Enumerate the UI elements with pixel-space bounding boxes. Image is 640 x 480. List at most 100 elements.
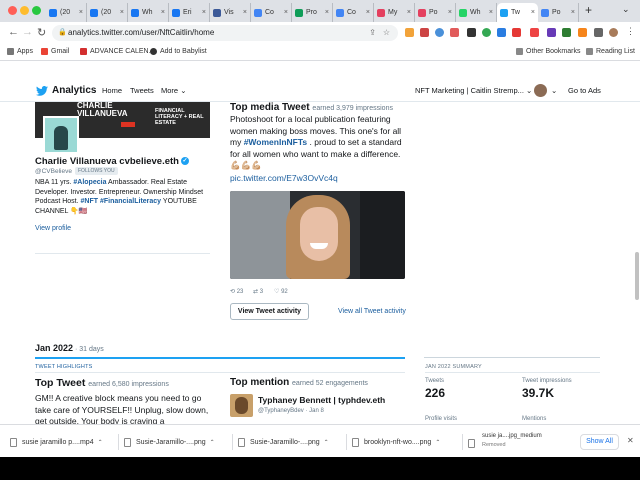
browser-tab[interactable]: Tw ×: [497, 3, 538, 22]
analytics-logo[interactable]: Analytics: [36, 85, 96, 96]
tab-close-icon[interactable]: ×: [79, 9, 83, 16]
bookmark-apps[interactable]: Apps: [7, 48, 33, 55]
browser-tab[interactable]: Co ×: [251, 3, 292, 22]
hashtag-link[interactable]: #FinancialLiteracy: [100, 198, 161, 205]
bookmark-star-icon[interactable]: ☆: [383, 25, 390, 41]
extension-icon[interactable]: [482, 28, 491, 37]
reload-icon[interactable]: ↻: [37, 26, 46, 39]
extension-icon[interactable]: [562, 28, 571, 37]
profile-avatar[interactable]: [43, 116, 79, 154]
view-profile-link[interactable]: View profile: [35, 225, 71, 232]
extension-icon[interactable]: [512, 28, 521, 37]
download-item[interactable]: Susie-Jaramillo-....png ⌃: [124, 434, 215, 450]
browser-tab[interactable]: Eri ×: [169, 3, 210, 22]
extension-icon[interactable]: [450, 28, 459, 37]
tab-close-icon[interactable]: ×: [407, 9, 411, 16]
browser-tab[interactable]: (20 ×: [46, 3, 87, 22]
banner-line-2: VILLANUEVA: [77, 109, 128, 118]
browser-tab[interactable]: Vis ×: [210, 3, 251, 22]
extension-icon[interactable]: [547, 28, 556, 37]
browser-tab[interactable]: Wh ×: [456, 3, 497, 22]
chevron-up-icon[interactable]: ⌃: [324, 439, 329, 446]
bookmark-reading-list[interactable]: Reading List: [586, 48, 635, 55]
download-item[interactable]: brooklyn-nft-wo....png ⌃: [352, 434, 440, 450]
chevron-down-icon[interactable]: ⌄: [551, 86, 557, 95]
view-all-activity-link[interactable]: View all Tweet activity: [338, 308, 406, 315]
address-bar[interactable]: 🔒 analytics.twitter.com/user/NftCaitlin/…: [52, 25, 398, 41]
calendar-icon: [80, 48, 87, 55]
tab-close-icon[interactable]: ×: [202, 9, 206, 16]
extension-icon[interactable]: [497, 28, 506, 37]
bookmark-advance[interactable]: ADVANCE CALEN...: [80, 48, 154, 55]
nav-more[interactable]: More ⌄: [161, 86, 186, 95]
browser-menu-icon[interactable]: ⋮: [626, 26, 635, 37]
extension-icon[interactable]: [530, 28, 539, 37]
forward-icon[interactable]: →: [22, 26, 33, 38]
tab-close-icon[interactable]: ×: [120, 9, 124, 16]
profile-avatar[interactable]: [609, 28, 618, 37]
bookmark-gmail[interactable]: Gmail: [41, 48, 69, 55]
close-window-button[interactable]: [8, 6, 17, 15]
tab-close-icon[interactable]: ×: [161, 9, 165, 16]
chevron-up-icon[interactable]: ⌃: [435, 439, 440, 446]
tab-close-icon[interactable]: ×: [571, 9, 575, 16]
section-title: Top media Tweet: [230, 102, 310, 113]
hashtag-link[interactable]: #Alopecia: [73, 179, 106, 186]
share-icon[interactable]: ⇪: [369, 25, 376, 41]
browser-tab[interactable]: Po ×: [415, 3, 456, 22]
browser-tab[interactable]: My ×: [374, 3, 415, 22]
extensions-puzzle-icon[interactable]: [594, 28, 603, 37]
chevron-up-icon[interactable]: ⌃: [98, 439, 103, 446]
go-to-ads-link[interactable]: Go to Ads: [568, 86, 601, 95]
browser-tab[interactable]: Wh ×: [128, 3, 169, 22]
new-tab-button[interactable]: +: [585, 3, 592, 17]
chevron-up-icon[interactable]: ⌃: [210, 439, 215, 446]
avatar[interactable]: [534, 84, 547, 97]
tab-close-icon[interactable]: ×: [284, 9, 288, 16]
extension-icon[interactable]: [405, 28, 414, 37]
maximize-window-button[interactable]: [32, 6, 41, 15]
download-item[interactable]: Susie-Jaramillo-....png ⌃: [238, 434, 329, 450]
extension-icon[interactable]: [420, 28, 429, 37]
tab-search-icon[interactable]: ⌄: [622, 4, 630, 15]
file-icon: [124, 437, 131, 447]
bookmark-babylist[interactable]: Add to Babylist: [150, 48, 207, 55]
divider: [425, 372, 600, 373]
bio-text: NBA 11 yrs.: [35, 179, 74, 186]
tweets-stat-label: Tweets: [425, 378, 445, 384]
download-item[interactable]: susie jaramillo p....mp4 ⌃: [10, 434, 103, 450]
tweet-media-link[interactable]: pic.twitter.com/E7w3OvVc4q: [230, 173, 338, 183]
hashtag-link[interactable]: #WomenInNFTs: [244, 137, 307, 147]
tab-close-icon[interactable]: ×: [489, 9, 493, 16]
bookmark-other[interactable]: Other Bookmarks: [516, 48, 580, 55]
nav-tweets[interactable]: Tweets: [130, 86, 154, 95]
page-scrollbar[interactable]: [635, 252, 639, 300]
tab-close-icon[interactable]: ×: [448, 9, 452, 16]
removed-download[interactable]: susie ja....jpg_medium Removed: [482, 432, 542, 450]
browser-tab[interactable]: Pro ×: [292, 3, 333, 22]
tab-close-icon[interactable]: ×: [366, 9, 370, 16]
account-switcher[interactable]: NFT Marketing | Caitlin Stremp... ⌄: [415, 86, 532, 95]
mention-avatar[interactable]: [230, 394, 253, 417]
show-all-downloads-button[interactable]: Show All: [580, 434, 619, 450]
extension-icon[interactable]: [435, 28, 444, 37]
tweet-photo[interactable]: [230, 191, 405, 279]
browser-tab[interactable]: Co ×: [333, 3, 374, 22]
tweet-highlights-label: TWEET HIGHLIGHTS: [35, 364, 93, 370]
back-icon[interactable]: ←: [8, 26, 19, 38]
tab-favicon-icon: [172, 8, 180, 17]
mention-name[interactable]: Typhaney Bennett | typhdev.eth: [258, 395, 385, 405]
close-icon[interactable]: ✕: [627, 436, 634, 445]
extension-icon[interactable]: [578, 28, 587, 37]
profile-name[interactable]: Charlie Villanueva cvbelieve.eth ✓: [35, 156, 189, 167]
tab-close-icon[interactable]: ×: [243, 9, 247, 16]
minimize-window-button[interactable]: [20, 6, 29, 15]
extension-icon[interactable]: [467, 28, 476, 37]
nav-home[interactable]: Home: [102, 86, 122, 95]
browser-tab[interactable]: (20 ×: [87, 3, 128, 22]
tab-close-icon[interactable]: ×: [325, 9, 329, 16]
hashtag-link[interactable]: #NFT: [81, 198, 99, 205]
browser-tab[interactable]: Po ×: [538, 3, 579, 22]
tab-close-icon[interactable]: ×: [531, 9, 535, 16]
view-tweet-activity-button[interactable]: View Tweet activity: [230, 303, 309, 320]
